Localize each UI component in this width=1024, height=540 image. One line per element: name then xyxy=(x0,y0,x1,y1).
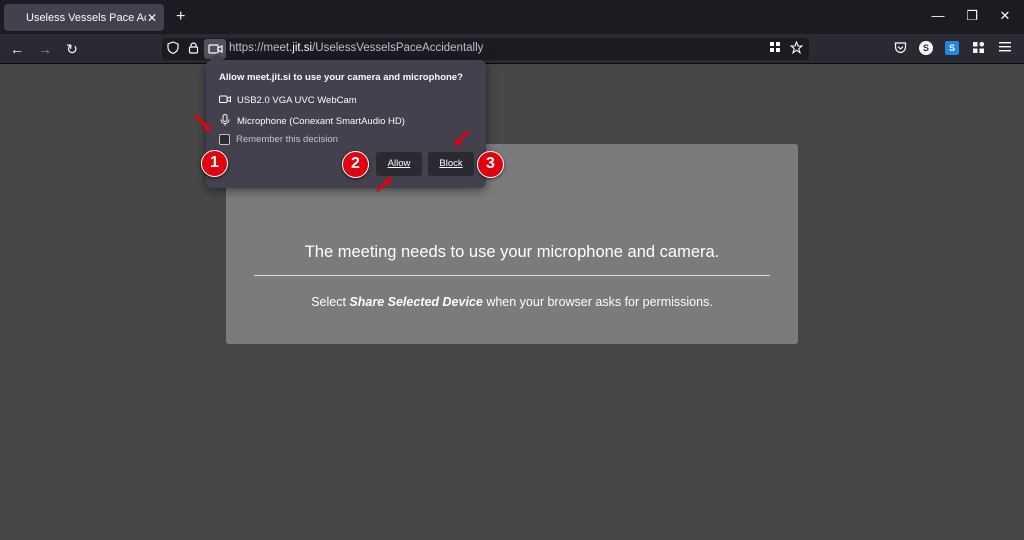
close-window-button[interactable]: ✕ xyxy=(995,8,1015,24)
annotation-arrow-3 xyxy=(454,130,470,146)
navigation-toolbar: ← → ↻ https://meet.jit.si/UselessVessels… xyxy=(0,34,1024,64)
divider xyxy=(254,275,770,276)
microphone-icon xyxy=(219,114,231,129)
annotation-arrow-1 xyxy=(194,114,211,132)
forward-button[interactable]: → xyxy=(36,40,54,58)
bookmark-star-icon[interactable] xyxy=(788,40,804,57)
permission-question: Allow meet.jit.si to use your camera and… xyxy=(219,72,463,83)
extension-blue-icon[interactable]: S xyxy=(945,41,959,55)
subtitle-suffix: when your browser asks for permissions. xyxy=(482,295,713,309)
tab-strip: Useless Vessels Pace Accidentally ✕ + — … xyxy=(0,0,1024,34)
microphone-device-label: Microphone (Conexant SmartAudio HD) xyxy=(237,116,405,127)
extensions-icon[interactable] xyxy=(971,41,985,55)
minimize-button[interactable]: — xyxy=(928,8,948,23)
url-text[interactable]: https://meet.jit.si/UselessVesselsPaceAc… xyxy=(229,42,483,54)
new-tab-button[interactable]: + xyxy=(176,8,185,26)
reload-button[interactable]: ↻ xyxy=(63,40,81,58)
card-title: The meeting needs to use your microphone… xyxy=(304,243,720,261)
subtitle-emphasis: Share Selected Device xyxy=(349,295,483,309)
remember-checkbox[interactable] xyxy=(219,134,230,145)
camera-icon xyxy=(219,94,231,107)
back-button[interactable]: ← xyxy=(8,40,26,58)
shield-icon[interactable] xyxy=(165,41,181,58)
lock-icon[interactable] xyxy=(185,41,201,58)
url-prefix: https://meet. xyxy=(229,42,293,54)
restore-button[interactable]: ❐ xyxy=(962,8,982,24)
url-domain: jit.si xyxy=(292,42,313,54)
annotation-badge-3: 3 xyxy=(477,151,504,178)
annotation-badge-1: 1 xyxy=(201,150,228,177)
camera-device-label: USB2.0 VGA UVC WebCam xyxy=(237,95,357,106)
tab-close-icon[interactable]: ✕ xyxy=(146,11,158,25)
camera-row: USB2.0 VGA UVC WebCam xyxy=(219,94,357,107)
menu-icon[interactable] xyxy=(998,41,1012,55)
url-path: /UselessVesselsPaceAccidentally xyxy=(312,42,484,54)
browser-tab[interactable]: Useless Vessels Pace Accidentally ✕ xyxy=(4,4,164,31)
remember-label[interactable]: Remember this decision xyxy=(236,134,338,145)
grid-icon[interactable] xyxy=(767,41,783,56)
tab-title: Useless Vessels Pace Accidentally xyxy=(26,11,146,24)
url-bar[interactable]: https://meet.jit.si/UselessVesselsPaceAc… xyxy=(162,38,809,60)
card-subtitle: Select Share Selected Device when your b… xyxy=(226,295,798,309)
microphone-row: Microphone (Conexant SmartAudio HD) xyxy=(219,114,405,129)
annotation-arrow-2 xyxy=(376,177,392,192)
remember-decision-row[interactable]: Remember this decision xyxy=(219,134,338,145)
extension-s-icon[interactable]: S xyxy=(919,41,933,55)
pocket-icon[interactable] xyxy=(893,41,907,55)
block-button[interactable]: Block xyxy=(428,152,474,176)
subtitle-prefix: Select xyxy=(311,295,350,309)
annotation-badge-2: 2 xyxy=(342,151,369,178)
